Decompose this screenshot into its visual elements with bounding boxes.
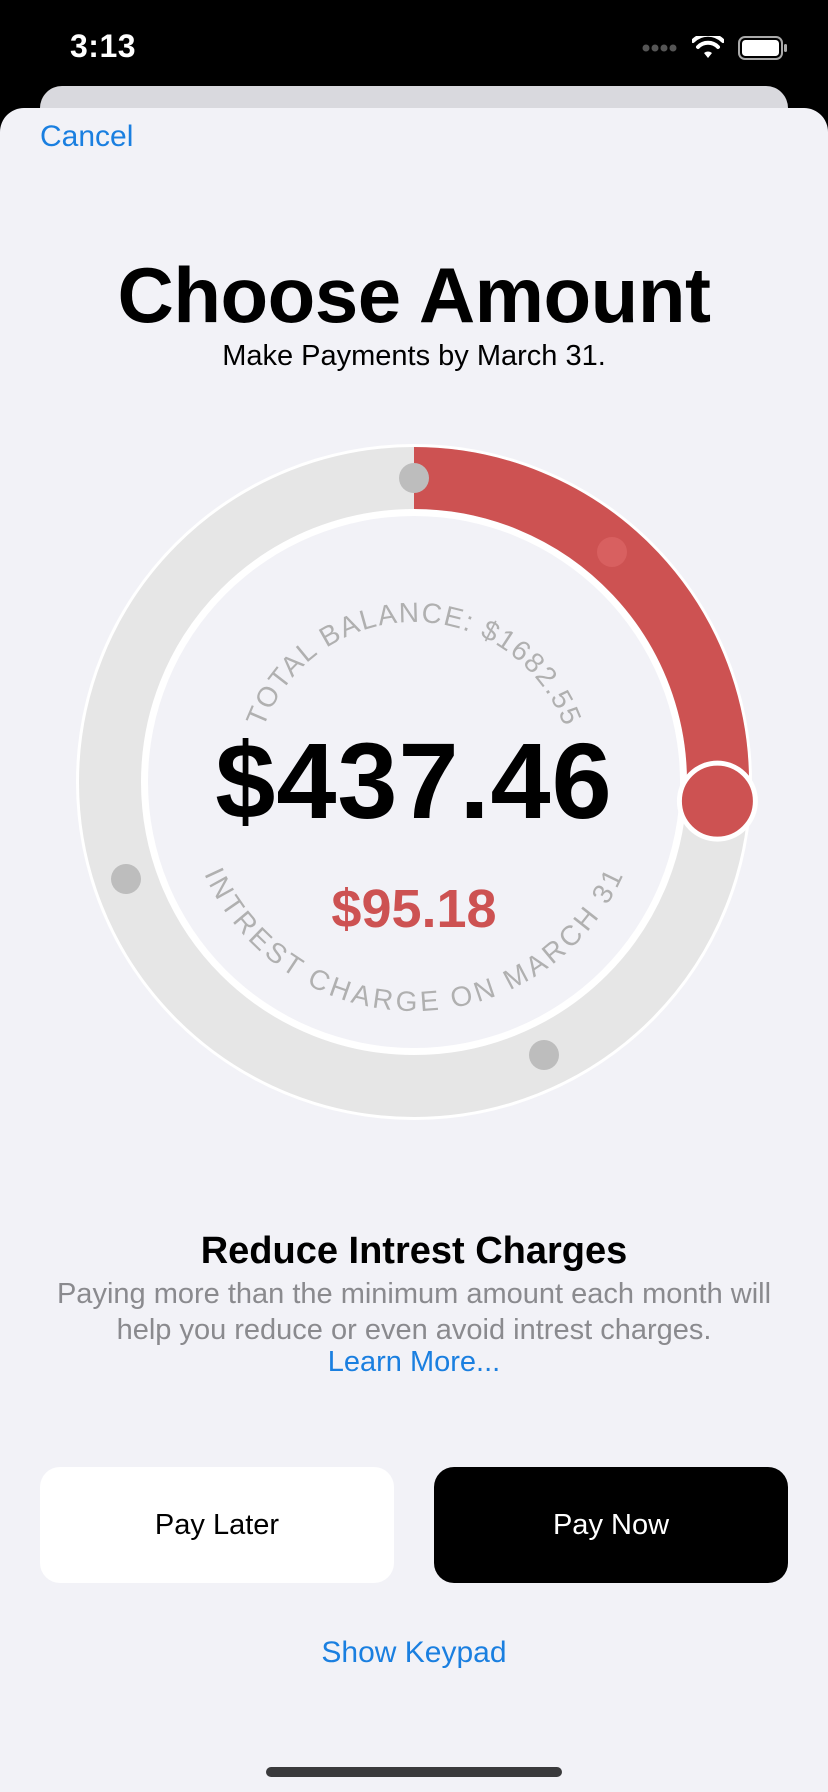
learn-more-link[interactable]: Learn More... [0, 1346, 828, 1379]
pay-now-button[interactable]: Pay Now [434, 1467, 788, 1583]
status-bar: 3:13 [0, 0, 828, 100]
page-title: Choose Amount [117, 251, 711, 339]
battery-icon [738, 36, 787, 60]
dial-tick-top [399, 463, 429, 493]
cancel-button[interactable]: Cancel [40, 120, 133, 154]
interest-amount: $95.18 [331, 879, 497, 939]
status-icons [642, 36, 788, 60]
signal-icon [642, 44, 677, 52]
info-title: Reduce Intrest Charges [200, 1230, 628, 1272]
payment-sheet: Cancel Choose Amount Make Payments by Ma… [0, 108, 828, 1792]
payment-amount: $437.46 [215, 720, 613, 841]
home-indicator [266, 1767, 562, 1777]
wifi-icon [692, 36, 724, 58]
dial-tick-bottom [529, 1040, 559, 1070]
info-body: Paying more than the minimum amount each… [56, 1278, 772, 1346]
pay-later-button[interactable]: Pay Later [40, 1467, 394, 1583]
status-time: 3:13 [70, 28, 137, 64]
show-keypad-link[interactable]: Show Keypad [0, 1636, 828, 1670]
dial-tick-upper-right [597, 537, 627, 567]
page-subtitle: Make Payments by March 31. [222, 340, 606, 372]
